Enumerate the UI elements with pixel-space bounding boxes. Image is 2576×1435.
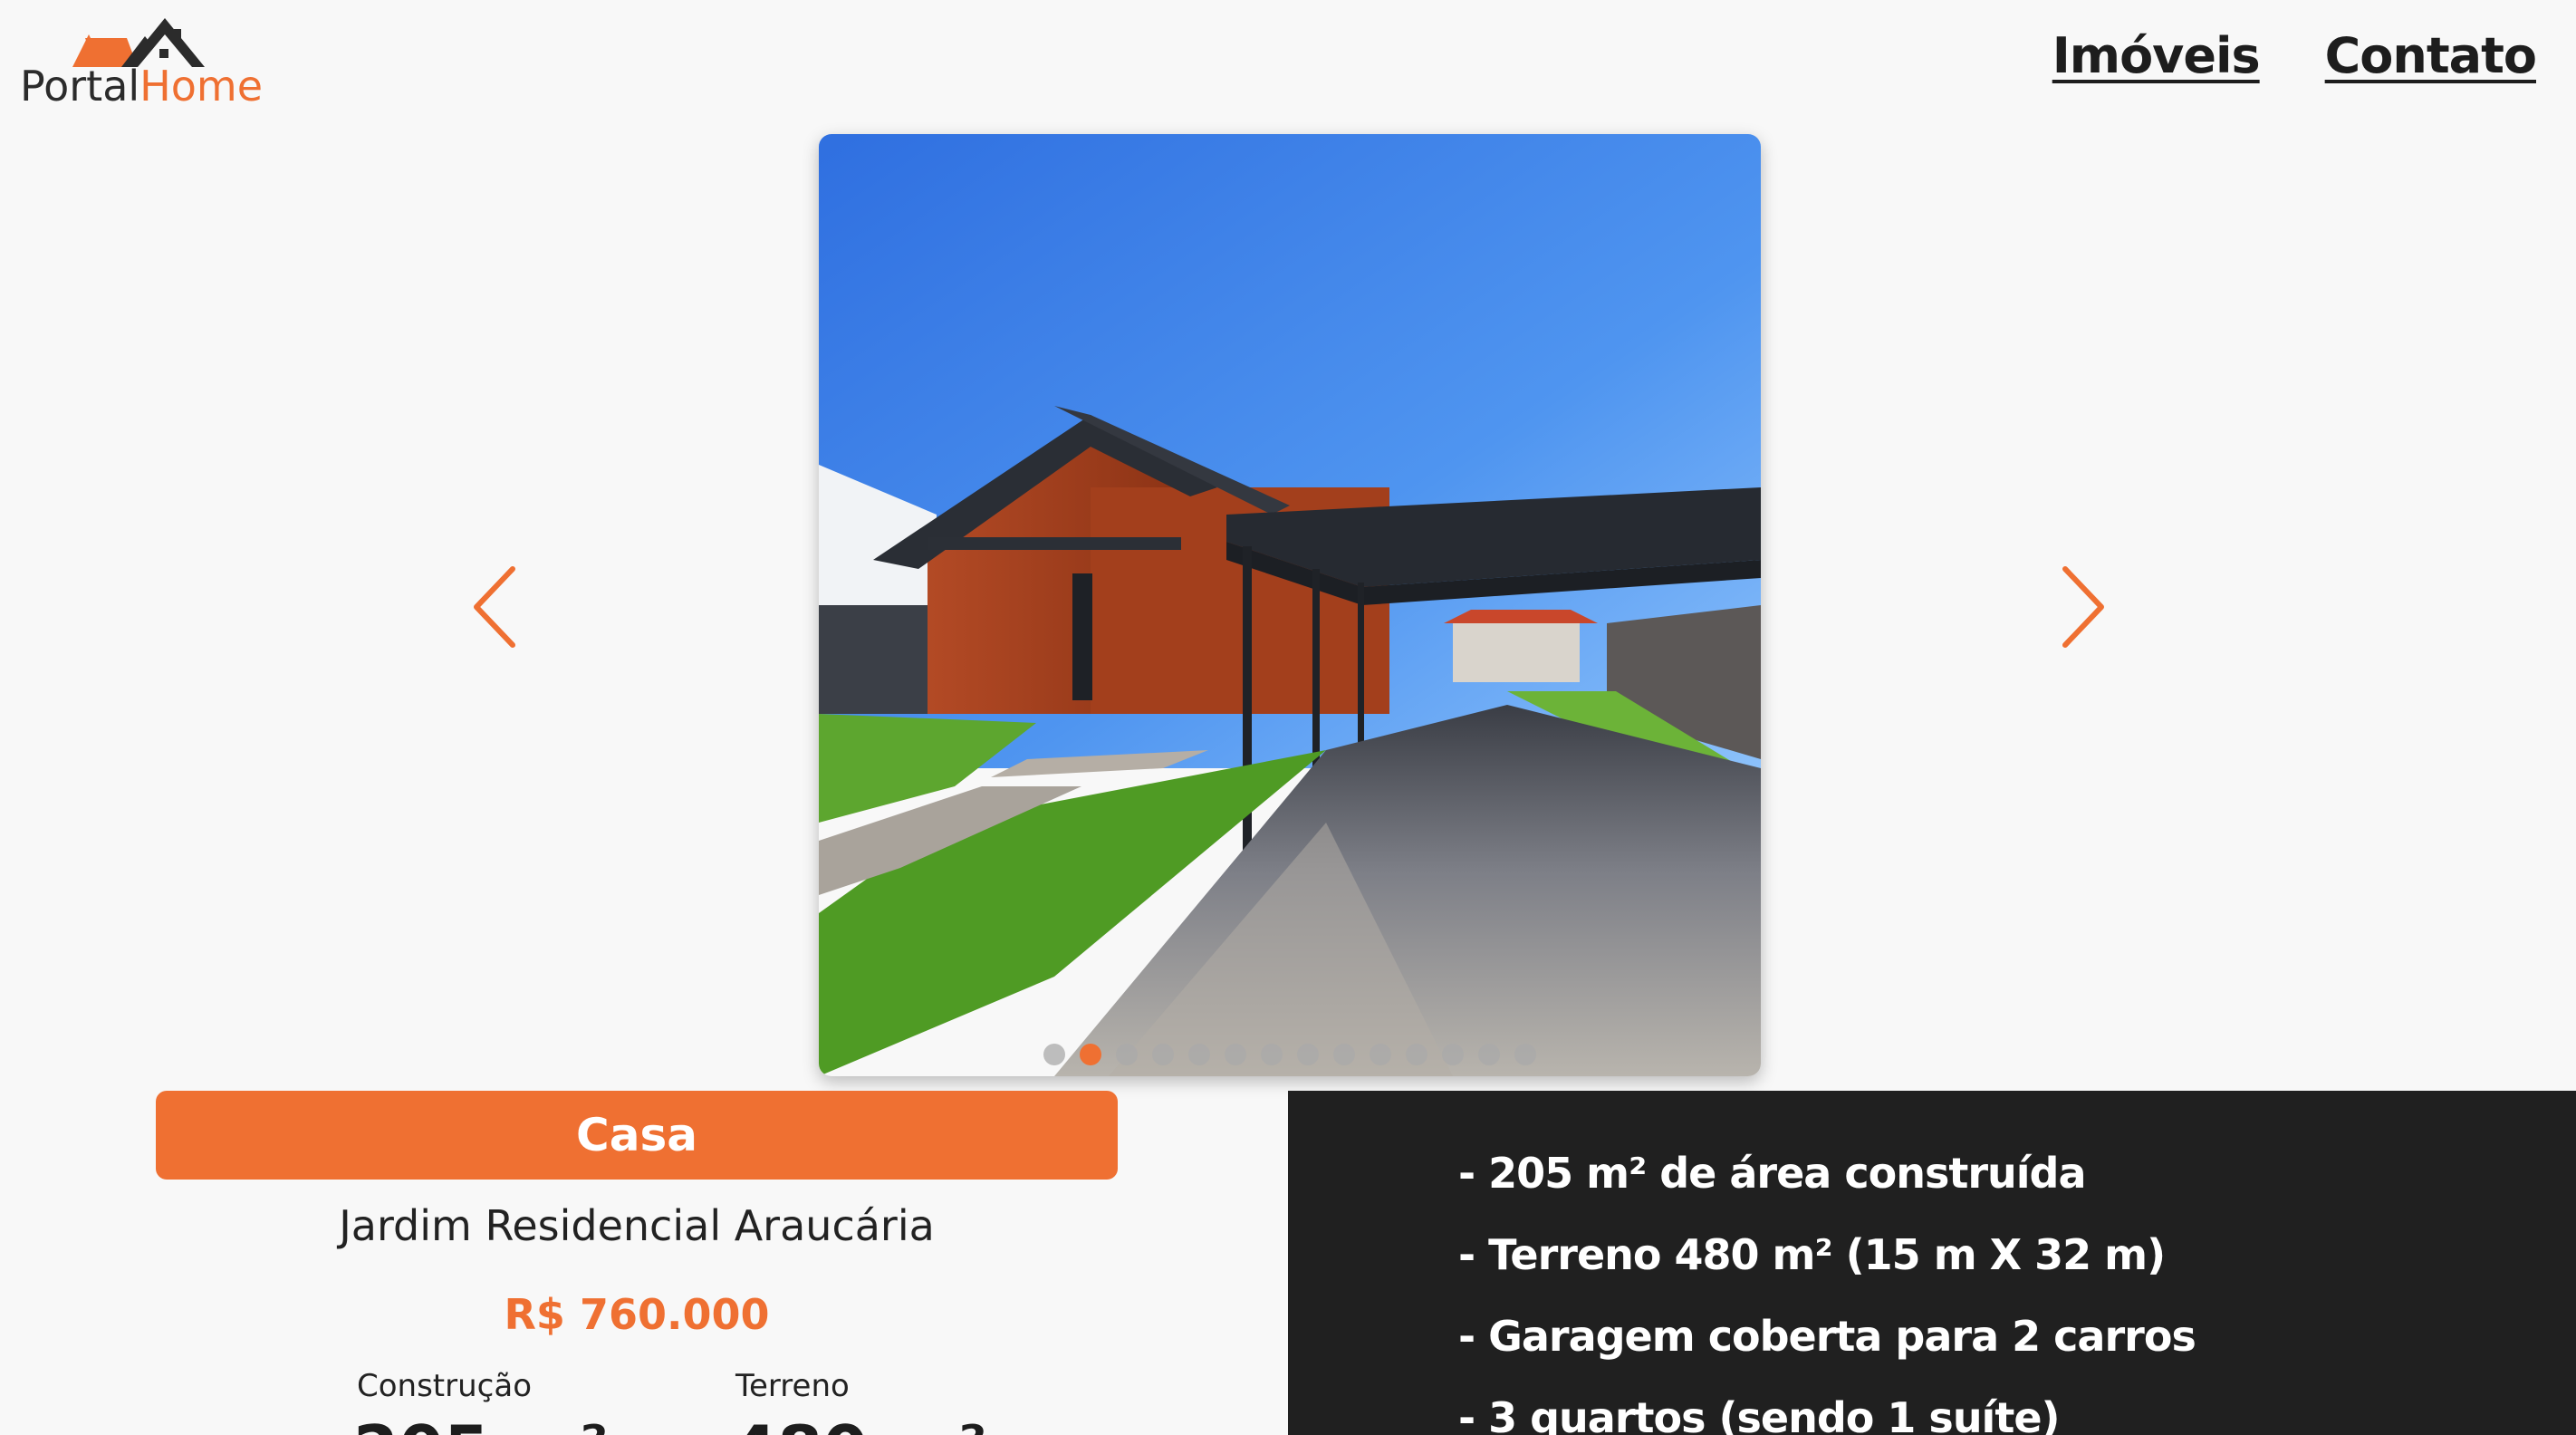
logo-text-home: Home — [139, 62, 264, 111]
main-nav: Imóveis Contato — [2052, 27, 2537, 84]
carousel-dot[interactable] — [1514, 1044, 1536, 1065]
construction-value: 205 m² — [353, 1411, 609, 1435]
chevron-right-icon[interactable] — [2054, 562, 2109, 652]
logo-text: PortalHome — [20, 62, 263, 111]
construction-label: Construção — [357, 1368, 532, 1404]
carousel-dot[interactable] — [1043, 1044, 1065, 1065]
carousel-dot[interactable] — [1442, 1044, 1464, 1065]
carousel-dot[interactable] — [1152, 1044, 1174, 1065]
house-photo — [819, 134, 1761, 1076]
land-value: 480 m² — [732, 1411, 987, 1435]
feature-item: - Terreno 480 m² (15 m X 32 m) — [1458, 1230, 2166, 1279]
carousel-dots — [819, 1044, 1761, 1065]
chevron-left-icon[interactable] — [469, 562, 524, 652]
carousel-dot[interactable] — [1370, 1044, 1391, 1065]
feature-item: - 205 m² de área construída — [1458, 1149, 2087, 1198]
features-list: - 205 m² de área construída - Terreno 48… — [1458, 1132, 2196, 1435]
image-carousel[interactable] — [819, 134, 1761, 1076]
carousel-dot[interactable] — [1261, 1044, 1283, 1065]
carousel-dot[interactable] — [1478, 1044, 1500, 1065]
property-type-label: Casa — [576, 1109, 697, 1161]
nav-link-imoveis[interactable]: Imóveis — [2052, 27, 2261, 84]
features-panel: - 205 m² de área construída - Terreno 48… — [1288, 1091, 2576, 1435]
property-price: R$ 760.000 — [504, 1290, 770, 1339]
carousel-dot[interactable] — [1225, 1044, 1246, 1065]
nav-link-contato[interactable]: Contato — [2325, 27, 2537, 84]
carousel-dot[interactable] — [1116, 1044, 1138, 1065]
land-label: Terreno — [735, 1368, 850, 1404]
feature-item: - 3 quartos (sendo 1 suíte) — [1458, 1393, 2061, 1435]
property-type-badge: Casa — [156, 1091, 1118, 1180]
carousel-dot[interactable] — [1188, 1044, 1210, 1065]
carousel-dot[interactable] — [1080, 1044, 1101, 1065]
carousel-dot[interactable] — [1333, 1044, 1355, 1065]
feature-item: - Garagem coberta para 2 carros — [1458, 1312, 2196, 1361]
property-neighborhood: Jardim Residencial Araucária — [339, 1201, 935, 1250]
logo-text-portal: Portal — [20, 62, 140, 111]
carousel-dot[interactable] — [1297, 1044, 1319, 1065]
portalhome-logo[interactable]: PortalHome — [20, 7, 263, 116]
carousel-dot[interactable] — [1406, 1044, 1427, 1065]
